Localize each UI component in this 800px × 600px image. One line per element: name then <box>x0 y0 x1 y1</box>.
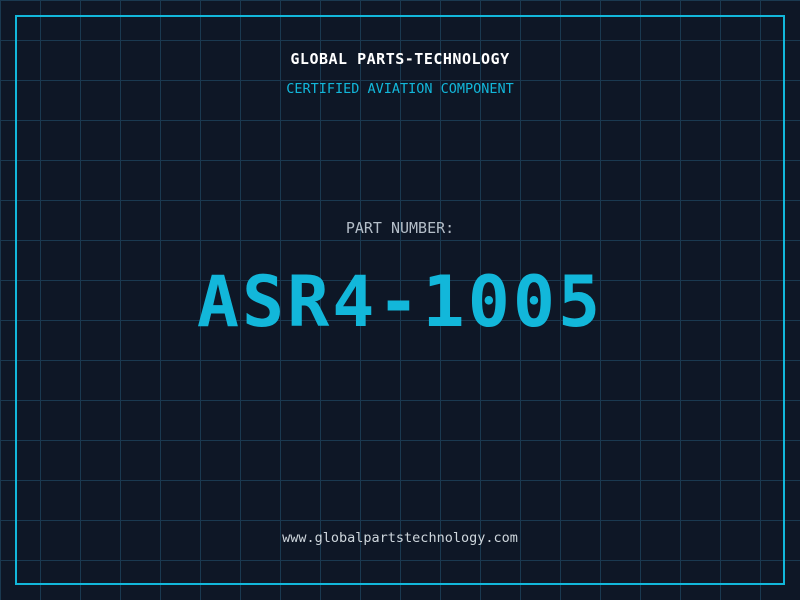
part-number-label: PART NUMBER: <box>345 219 455 237</box>
certification-tagline: CERTIFIED AVIATION COMPONENT <box>286 81 514 97</box>
part-number-value: ASR4-1005 <box>196 261 604 343</box>
company-name: GLOBAL PARTS-TECHNOLOGY <box>290 50 510 68</box>
part-label-card: GLOBAL PARTS-TECHNOLOGY CERTIFIED AVIATI… <box>0 0 800 600</box>
website-url: www.globalpartstechnology.com <box>282 530 518 546</box>
